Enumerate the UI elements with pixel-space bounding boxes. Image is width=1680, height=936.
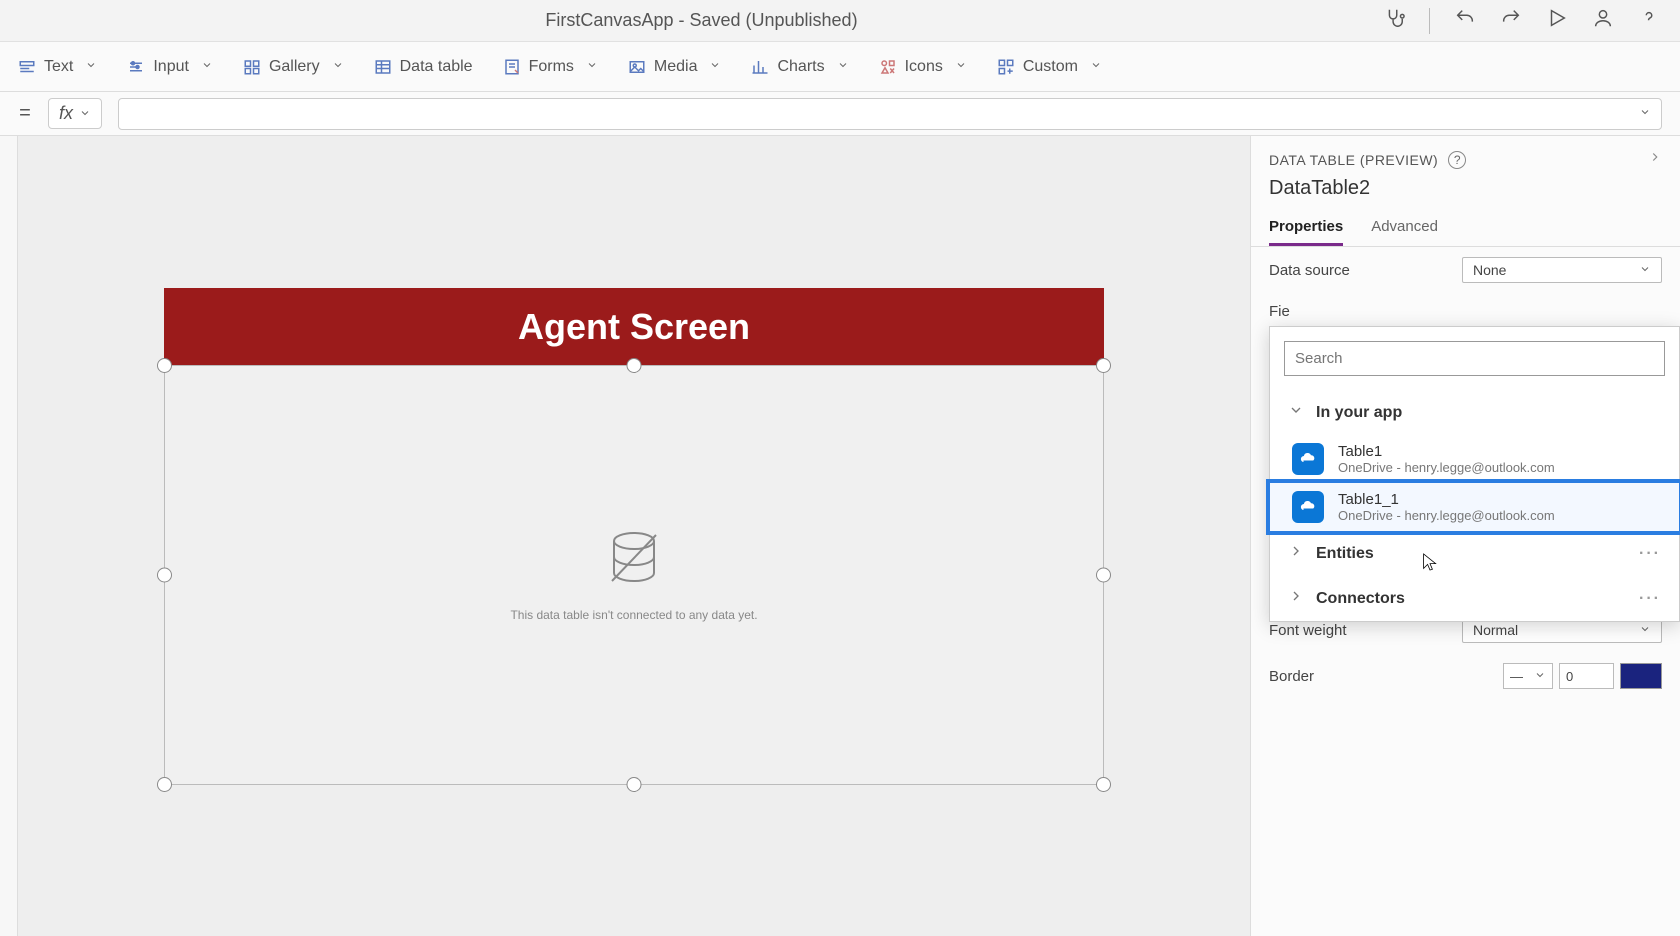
- left-rail[interactable]: [0, 136, 18, 936]
- more-icon[interactable]: ···: [1639, 545, 1661, 563]
- equals-label: =: [18, 102, 32, 125]
- resize-handle[interactable]: [157, 567, 172, 582]
- chevron-down-icon: [85, 58, 97, 76]
- prop-data-source-label: Data source: [1269, 262, 1462, 279]
- undo-icon[interactable]: [1454, 7, 1476, 34]
- ribbon-text-label: Text: [44, 58, 73, 76]
- ribbon-forms[interactable]: Forms: [503, 58, 598, 76]
- titlebar: FirstCanvasApp - Saved (Unpublished): [0, 0, 1680, 42]
- chevron-down-icon: [1639, 262, 1651, 278]
- resize-handle[interactable]: [157, 358, 172, 373]
- data-source-value: None: [1473, 262, 1506, 278]
- ds-section-connectors[interactable]: Connectors ···: [1270, 576, 1679, 621]
- formula-input[interactable]: [129, 105, 1639, 122]
- ribbon-charts[interactable]: Charts: [751, 58, 848, 76]
- control-name: DataTable2: [1251, 177, 1680, 210]
- chevron-down-icon: [1534, 669, 1546, 684]
- resize-handle[interactable]: [627, 777, 642, 792]
- ribbon-media[interactable]: Media: [628, 58, 722, 76]
- border-width-input[interactable]: 0: [1559, 663, 1614, 689]
- panel-section-label: DATA TABLE (PREVIEW): [1269, 152, 1438, 168]
- fx-button[interactable]: fx: [48, 98, 102, 129]
- ds-section-label: Connectors: [1316, 590, 1405, 608]
- chevron-down-icon: [332, 58, 344, 76]
- empty-data-text: This data table isn't connected to any d…: [510, 608, 757, 622]
- tab-properties[interactable]: Properties: [1269, 210, 1343, 246]
- ds-section-label: Entities: [1316, 545, 1374, 563]
- ds-section-label: In your app: [1316, 404, 1402, 422]
- ribbon-input[interactable]: Input: [127, 58, 213, 76]
- ribbon-input-label: Input: [153, 58, 189, 76]
- ribbon-gallery-label: Gallery: [269, 58, 320, 76]
- collapse-panel-icon[interactable]: [1648, 150, 1662, 169]
- data-source-dropdown[interactable]: None: [1462, 257, 1662, 283]
- data-source-search-input[interactable]: [1284, 341, 1665, 376]
- cursor-icon: [1422, 552, 1438, 572]
- onedrive-icon: [1292, 491, 1324, 523]
- stethoscope-icon[interactable]: [1383, 7, 1405, 34]
- chevron-down-icon[interactable]: [1639, 105, 1651, 123]
- ribbon-media-label: Media: [654, 58, 698, 76]
- ds-item-name: Table1: [1338, 443, 1555, 460]
- ds-item-name: Table1_1: [1338, 491, 1555, 508]
- chevron-down-icon: [1288, 402, 1304, 423]
- chevron-down-icon: [1090, 58, 1102, 76]
- ribbon-icons-label: Icons: [905, 58, 943, 76]
- border-style-dropdown[interactable]: —: [1503, 663, 1553, 689]
- ribbon-toolbar: Text Input Gallery Data table Forms Medi…: [0, 42, 1680, 92]
- person-icon[interactable]: [1592, 7, 1614, 34]
- ds-section-in-your-app[interactable]: In your app: [1270, 390, 1679, 435]
- redo-icon[interactable]: [1500, 7, 1522, 34]
- app-title: FirstCanvasApp - Saved (Unpublished): [20, 10, 1383, 31]
- prop-fields-label: Fie: [1269, 303, 1662, 320]
- chevron-down-icon: [201, 58, 213, 76]
- toolbar-divider: [1429, 8, 1430, 34]
- selected-data-table[interactable]: This data table isn't connected to any d…: [164, 365, 1104, 785]
- ds-item-sub: OneDrive - henry.legge@outlook.com: [1338, 460, 1555, 475]
- chevron-down-icon: [837, 58, 849, 76]
- help-icon[interactable]: ?: [1448, 151, 1466, 169]
- chevron-down-icon: [709, 58, 721, 76]
- onedrive-icon: [1292, 443, 1324, 475]
- resize-handle[interactable]: [1096, 567, 1111, 582]
- canvas-area[interactable]: Agent Screen This data table isn't conne…: [18, 136, 1250, 936]
- more-icon[interactable]: ···: [1639, 590, 1661, 608]
- play-icon[interactable]: [1546, 7, 1568, 34]
- ds-item-table1-1[interactable]: Table1_1 OneDrive - henry.legge@outlook.…: [1270, 483, 1679, 531]
- database-empty-icon: [602, 527, 666, 596]
- prop-border-label: Border: [1269, 668, 1503, 685]
- data-source-popup: In your app Table1 OneDrive - henry.legg…: [1269, 326, 1680, 622]
- tab-advanced[interactable]: Advanced: [1371, 210, 1438, 246]
- ribbon-charts-label: Charts: [777, 58, 824, 76]
- chevron-down-icon: [1639, 622, 1651, 638]
- ribbon-custom[interactable]: Custom: [997, 58, 1102, 76]
- resize-handle[interactable]: [1096, 358, 1111, 373]
- help-icon[interactable]: [1638, 7, 1660, 34]
- ds-item-table1[interactable]: Table1 OneDrive - henry.legge@outlook.co…: [1270, 435, 1679, 483]
- ribbon-gallery[interactable]: Gallery: [243, 58, 344, 76]
- chevron-right-icon: [1288, 588, 1304, 609]
- ribbon-data-table[interactable]: Data table: [374, 58, 473, 76]
- chevron-right-icon: [1288, 543, 1304, 564]
- ribbon-data-table-label: Data table: [400, 58, 473, 76]
- resize-handle[interactable]: [1096, 777, 1111, 792]
- ds-item-sub: OneDrive - henry.legge@outlook.com: [1338, 508, 1555, 523]
- fx-label: fx: [59, 103, 73, 124]
- ribbon-text[interactable]: Text: [18, 58, 97, 76]
- resize-handle[interactable]: [157, 777, 172, 792]
- chevron-down-icon: [79, 103, 91, 124]
- formula-bar: = fx: [0, 92, 1680, 136]
- properties-panel: DATA TABLE (PREVIEW) ? DataTable2 Proper…: [1250, 136, 1680, 936]
- chevron-down-icon: [955, 58, 967, 76]
- ds-section-entities[interactable]: Entities ···: [1270, 531, 1679, 576]
- prop-font-weight-label: Font weight: [1269, 622, 1462, 639]
- chevron-down-icon: [586, 58, 598, 76]
- font-weight-value: Normal: [1473, 622, 1518, 638]
- resize-handle[interactable]: [627, 358, 642, 373]
- ribbon-custom-label: Custom: [1023, 58, 1078, 76]
- ribbon-icons[interactable]: Icons: [879, 58, 967, 76]
- screen-header-label: Agent Screen: [164, 288, 1104, 366]
- ribbon-forms-label: Forms: [529, 58, 574, 76]
- border-color-swatch[interactable]: [1620, 663, 1662, 689]
